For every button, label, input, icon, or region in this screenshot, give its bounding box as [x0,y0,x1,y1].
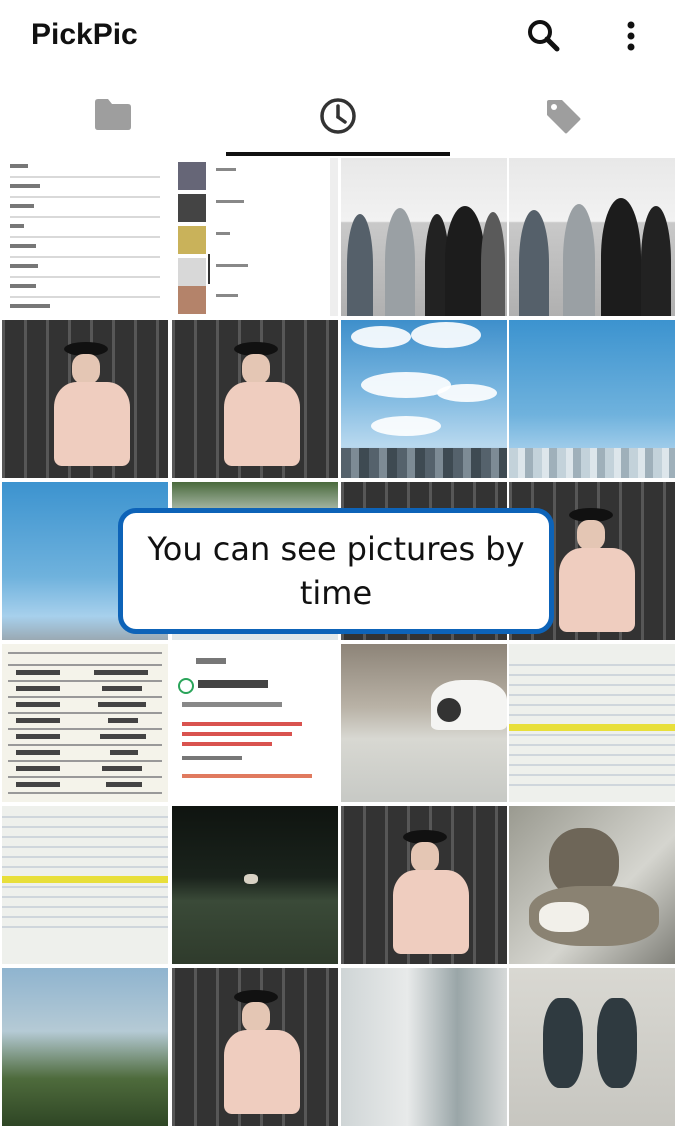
search-icon [528,20,560,52]
photo-thumbnail[interactable] [2,968,168,1126]
photo-thumbnail[interactable] [509,158,675,316]
photo-thumbnail[interactable] [172,968,338,1126]
photo-thumbnail[interactable] [2,158,168,316]
photo-thumbnail[interactable] [509,806,675,964]
photo-thumbnail[interactable] [341,320,507,478]
photo-thumbnail[interactable] [341,806,507,964]
tab-bar [0,78,675,158]
tab-time[interactable] [225,78,450,156]
photo-thumbnail[interactable] [2,644,168,802]
selected-tab-indicator [226,152,450,156]
app-bar: PickPic [0,0,675,78]
photo-thumbnail[interactable] [172,158,338,316]
photo-thumbnail[interactable] [341,644,507,802]
photo-thumbnail[interactable] [2,320,168,478]
clock-icon [319,98,356,134]
search-button[interactable] [519,12,567,60]
photo-thumbnail[interactable] [2,806,168,964]
tab-folder[interactable] [0,78,225,156]
photo-thumbnail[interactable] [509,644,675,802]
photo-thumbnail[interactable] [172,644,338,802]
app-title: PickPic [31,18,138,51]
photo-thumbnail[interactable] [172,320,338,478]
photo-thumbnail[interactable] [341,158,507,316]
tooltip-text: You can see pictures by time [147,530,525,612]
tag-icon [546,100,580,134]
photo-thumbnail[interactable] [172,806,338,964]
photo-thumbnail[interactable] [341,968,507,1126]
folder-icon [94,99,131,130]
more-options-button[interactable] [607,12,655,60]
photo-thumbnail[interactable] [509,320,675,478]
tab-tag[interactable] [450,78,675,156]
more-vert-icon [627,21,635,51]
onboarding-tooltip[interactable]: You can see pictures by time [118,508,554,634]
photo-thumbnail[interactable] [509,968,675,1126]
